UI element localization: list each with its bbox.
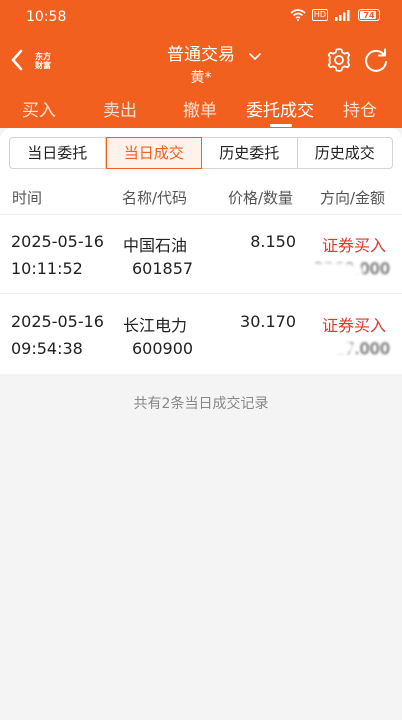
logo-bottom-text: 财富	[35, 61, 51, 70]
status-time: 10:58	[26, 9, 67, 25]
account-switcher[interactable]: 普通交易 黄*	[140, 40, 262, 87]
segment-today-orders[interactable]: 当日委托	[10, 138, 106, 168]
row-stock-name: 中国石油	[123, 236, 188, 255]
header: 10:58 HD 74 东方 财富 普通交易 黄* 买入 卖出 撤单 委托成交 …	[0, 0, 402, 128]
row-stock-code: 600900	[132, 339, 194, 358]
logo-top-text: 东方	[35, 52, 51, 61]
tab-cancel[interactable]: 撤单	[183, 96, 217, 121]
tab-positions[interactable]: 持仓	[343, 96, 377, 121]
row-price: 8.150	[250, 232, 296, 251]
row-time: 09:54:38	[11, 339, 83, 358]
main-tabs: 买入 卖出 撤单 委托成交 持仓	[0, 88, 402, 128]
privacy-mask	[268, 334, 354, 360]
record-count-note: 共有2条当日成交记录	[133, 396, 269, 412]
row-stock-code: 601857	[132, 259, 194, 278]
segment-today-trades[interactable]: 当日成交	[105, 137, 202, 169]
privacy-mask	[300, 262, 364, 280]
account-name: 黄*	[190, 70, 212, 86]
chevron-down-icon[interactable]	[248, 52, 262, 62]
battery-icon: 74	[358, 9, 380, 21]
segment-control: 当日委托 当日成交 历史委托 历史成交	[9, 137, 393, 169]
wifi-icon	[290, 9, 306, 21]
tab-sell[interactable]: 卖出	[103, 96, 137, 121]
signal-icon	[335, 10, 350, 21]
page-title: 普通交易	[167, 45, 235, 65]
column-header-name-code: 名称/代码	[122, 189, 188, 207]
column-header-price-qty: 价格/数量	[228, 189, 294, 207]
active-tab-indicator	[270, 124, 292, 127]
nav-bar: 东方 财富 普通交易 黄*	[0, 34, 402, 88]
column-header-direction-amount: 方向/金额	[320, 189, 386, 207]
header-divider	[0, 214, 402, 215]
row-time: 10:11:52	[11, 259, 83, 278]
hd-badge: HD	[311, 9, 328, 21]
segment-history-orders[interactable]: 历史委托	[202, 138, 298, 168]
eastmoney-logo: 东方 财富	[30, 48, 56, 74]
status-icons: HD 74	[290, 9, 380, 21]
refresh-icon[interactable]	[362, 46, 390, 74]
battery-level: 74	[363, 10, 375, 20]
back-arrow-icon[interactable]	[8, 46, 26, 74]
row-direction: 证券买入	[322, 316, 387, 335]
row-divider	[0, 293, 402, 294]
status-bar: 10:58 HD 74	[0, 0, 402, 34]
gear-icon[interactable]	[325, 46, 353, 74]
segment-history-trades[interactable]: 历史成交	[298, 138, 393, 168]
row-stock-name: 长江电力	[123, 316, 188, 335]
row-date: 2025-05-16	[11, 312, 104, 331]
tab-orders-trades[interactable]: 委托成交	[246, 96, 314, 121]
row-direction: 证券买入	[322, 236, 387, 255]
column-header-time: 时间	[12, 189, 43, 207]
row-price: 30.170	[240, 312, 296, 331]
row-date: 2025-05-16	[11, 232, 104, 251]
tab-buy[interactable]: 买入	[22, 96, 56, 121]
